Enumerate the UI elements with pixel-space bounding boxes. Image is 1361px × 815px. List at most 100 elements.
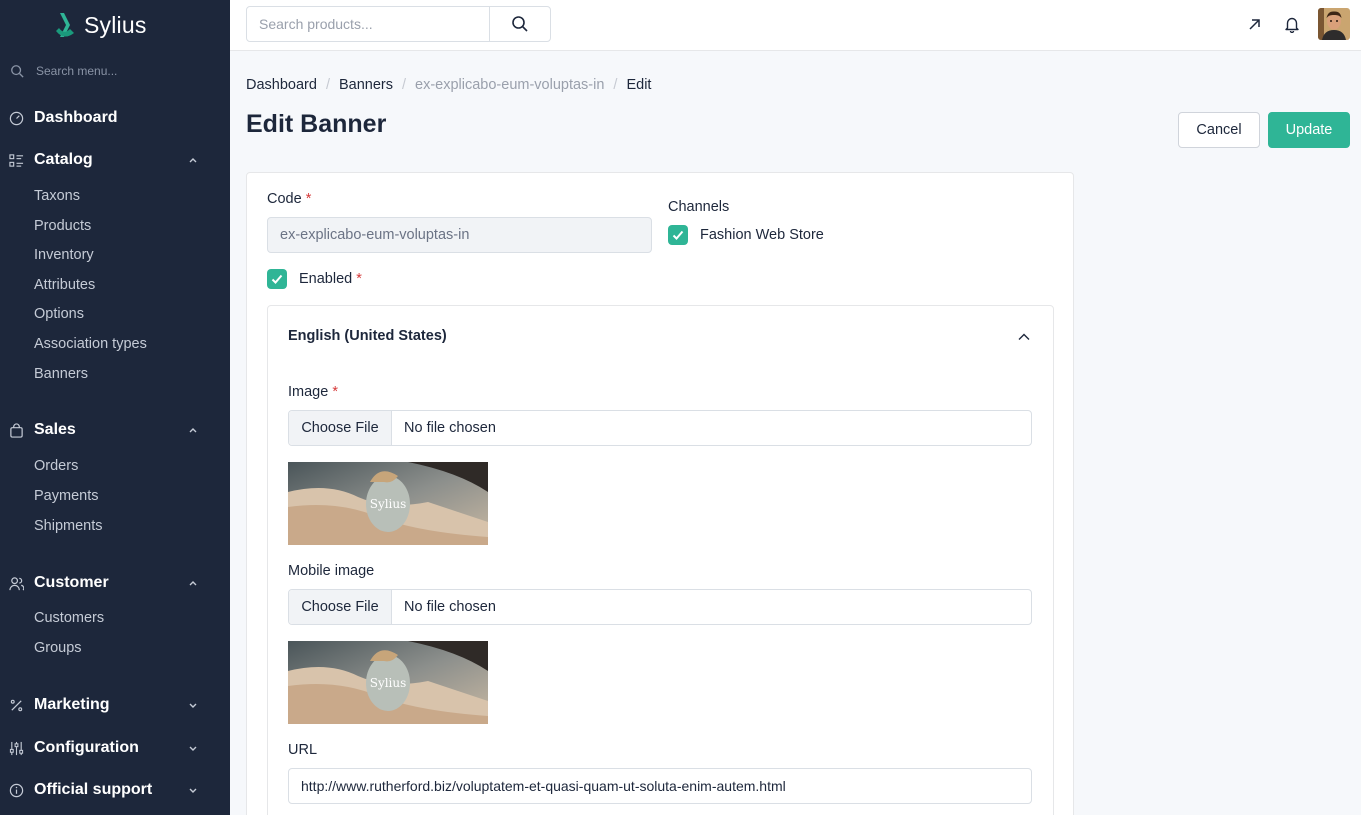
sidebar-section-catalog[interactable]: Catalog <box>0 148 230 172</box>
choose-file-button[interactable]: Choose File <box>289 411 392 445</box>
check-icon <box>271 274 283 284</box>
chevron-up-icon <box>189 158 197 163</box>
preview-watermark: Sylius <box>370 497 407 511</box>
sidebar-item-customers[interactable]: Customers <box>34 610 104 626</box>
sidebar-item-shipments[interactable]: Shipments <box>34 518 103 534</box>
sidebar-section-label: Official support <box>34 781 153 798</box>
preview-watermark: Sylius <box>370 676 407 690</box>
external-link-icon[interactable] <box>1246 15 1264 33</box>
chevron-up-icon <box>189 428 197 433</box>
breadcrumb-banner-code[interactable]: ex-explicabo-eum-voluptas-in <box>415 77 604 93</box>
shopping-bag-icon <box>8 422 24 438</box>
sidebar-section-sales[interactable]: Sales <box>0 418 230 442</box>
sidebar-search[interactable] <box>10 62 220 80</box>
sidebar-section-marketing[interactable]: Marketing <box>0 693 230 717</box>
breadcrumb-separator: / <box>325 77 330 93</box>
image-label-text: Image <box>288 384 329 400</box>
channel-checkbox[interactable] <box>668 225 688 245</box>
sidebar-section-label: Customer <box>34 574 109 591</box>
breadcrumb: Dashboard / Banners / ex-explicabo-eum-v… <box>246 77 651 93</box>
sidebar-search-input[interactable] <box>36 64 206 78</box>
topbar <box>230 0 1361 51</box>
search-button[interactable] <box>489 7 550 41</box>
sidebar-section-label: Sales <box>34 421 76 438</box>
url-field[interactable]: http://www.rutherford.biz/voluptatem-et-… <box>288 768 1032 804</box>
sidebar-section-label: Catalog <box>34 151 93 168</box>
sidebar-item-attributes[interactable]: Attributes <box>34 277 95 293</box>
sidebar-section-official-support[interactable]: Official support <box>0 778 230 802</box>
sidebar-section-configuration[interactable]: Configuration <box>0 736 230 760</box>
required-marker: * <box>356 271 362 287</box>
sylius-logo-icon <box>56 13 74 37</box>
user-avatar-image <box>1318 8 1350 40</box>
sidebar-item-options[interactable]: Options <box>34 306 84 322</box>
gauge-icon <box>8 110 24 126</box>
mobile-image-file-input[interactable]: Choose File No file chosen <box>288 589 1032 625</box>
sidebar-item-taxons[interactable]: Taxons <box>34 188 80 204</box>
users-icon <box>8 575 24 591</box>
breadcrumb-separator: / <box>401 77 407 93</box>
enabled-checkbox[interactable] <box>267 269 287 289</box>
product-search-input[interactable] <box>247 7 490 41</box>
image-label: Image * <box>288 384 338 400</box>
sidebar-item-payments[interactable]: Payments <box>34 488 98 504</box>
locale-title[interactable]: English (United States) <box>288 328 447 344</box>
code-field[interactable]: ex-explicabo-eum-voluptas-in <box>267 217 652 253</box>
mobile-image-preview: Sylius <box>288 641 488 724</box>
banner-preview-image: Sylius <box>288 462 488 545</box>
percent-icon <box>8 697 24 713</box>
url-label: URL <box>288 742 318 758</box>
chevron-down-icon <box>189 746 197 751</box>
cancel-button[interactable]: Cancel <box>1178 112 1260 148</box>
translation-accordion: English (United States) Image * Choose F… <box>267 305 1054 815</box>
page-title: Edit Banner <box>246 110 387 138</box>
sidebar-item-dashboard[interactable]: Dashboard <box>0 106 230 130</box>
sidebar-item-banners[interactable]: Banners <box>34 366 88 382</box>
breadcrumb-separator: / <box>613 77 618 93</box>
breadcrumb-edit: Edit <box>626 77 652 93</box>
chevron-up-icon <box>189 581 197 586</box>
file-status: No file chosen <box>404 599 496 615</box>
avatar[interactable] <box>1318 8 1350 40</box>
check-icon <box>672 230 684 240</box>
enabled-label: Enabled * <box>299 271 362 287</box>
search-icon <box>512 16 528 32</box>
mobile-image-label: Mobile image <box>288 563 375 579</box>
logo-text: Sylius <box>84 11 147 38</box>
sidebar-section-label: Marketing <box>34 696 110 713</box>
sliders-icon <box>8 740 24 756</box>
code-label-text: Code <box>267 191 302 207</box>
breadcrumb-banners[interactable]: Banners <box>339 77 393 93</box>
sidebar-item-groups[interactable]: Groups <box>34 640 82 656</box>
breadcrumb-dashboard[interactable]: Dashboard <box>246 77 317 93</box>
product-search <box>246 6 551 42</box>
enabled-label-text: Enabled <box>299 271 353 287</box>
sidebar-section-label: Configuration <box>34 739 139 756</box>
banner-form-card: Code * ex-explicabo-eum-voluptas-in Chan… <box>246 172 1074 815</box>
code-label: Code * <box>267 191 311 207</box>
choose-file-button[interactable]: Choose File <box>289 590 392 624</box>
logo[interactable]: Sylius <box>54 10 147 40</box>
channel-label: Fashion Web Store <box>700 227 824 243</box>
image-file-input[interactable]: Choose File No file chosen <box>288 410 1032 446</box>
file-status: No file chosen <box>404 420 496 436</box>
update-button[interactable]: Update <box>1268 112 1350 148</box>
info-icon <box>8 782 24 798</box>
sidebar-item-label: Dashboard <box>34 109 118 126</box>
sidebar-section-customer[interactable]: Customer <box>0 571 230 595</box>
sidebar-item-products[interactable]: Products <box>34 218 91 234</box>
channels-label: Channels <box>668 199 730 215</box>
required-marker: * <box>332 384 338 400</box>
chevron-down-icon <box>189 788 197 793</box>
banner-preview-image: Sylius <box>288 641 488 724</box>
required-marker: * <box>305 191 312 207</box>
sidebar-item-inventory[interactable]: Inventory <box>34 247 94 263</box>
sidebar: Sylius Dashboard Catalog Taxons Products… <box>0 0 230 815</box>
sidebar-item-association-types[interactable]: Association types <box>34 336 147 352</box>
search-icon <box>11 65 24 78</box>
image-preview: Sylius <box>288 462 488 545</box>
chevron-up-icon[interactable] <box>1017 330 1031 344</box>
bell-icon[interactable] <box>1283 15 1301 33</box>
sidebar-item-orders[interactable]: Orders <box>34 458 78 474</box>
list-icon <box>8 152 24 168</box>
